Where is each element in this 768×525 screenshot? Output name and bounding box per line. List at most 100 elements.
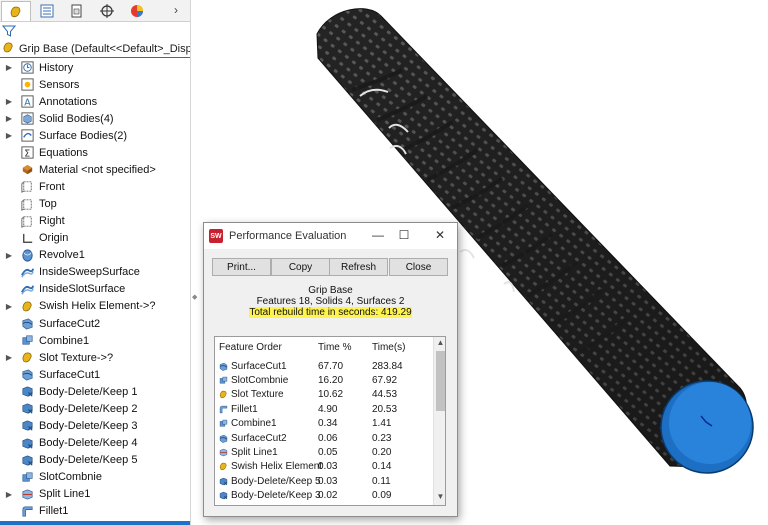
tree-item-label: Solid Bodies(4) [39,112,114,125]
expand-arrow-icon[interactable]: ▶ [4,97,14,106]
tree-item[interactable]: ▶ Surface Bodies(2) [0,127,190,144]
tree-item[interactable]: ▶ Swish Helix Element->? [0,298,190,315]
tree-item[interactable]: SurfaceCut1 [0,366,190,383]
tree-root-label: Grip Base (Default<<Default>_Display Sta [19,43,190,55]
expand-arrow-icon[interactable]: ▶ [4,302,14,311]
tree-item[interactable]: ▶ Split Line1 [0,486,190,503]
display-manager-tab[interactable] [122,1,152,21]
chevron-right-icon[interactable]: › [174,3,178,17]
tree-item[interactable]: Top [0,196,190,213]
table-row[interactable]: SurfaceCut1 67.70 283.84 [215,359,433,373]
expand-arrow-icon[interactable]: ▶ [4,353,14,362]
library-feature-icon [19,298,35,314]
feature-time-table[interactable]: Feature Order Time % Time(s) SurfaceCut1… [214,336,446,506]
table-row[interactable]: Body-Delete/Keep 5 0.03 0.11 [215,474,433,488]
tree-item[interactable]: ▶ Slot Texture->? [0,349,190,366]
maximize-icon[interactable]: ☐ [394,226,414,244]
close-icon[interactable]: ✕ [430,226,450,244]
time-percent-cell: 0.06 [318,432,338,444]
revolve-icon [19,247,35,263]
table-row[interactable]: Body-Delete/Keep 3 0.02 0.09 [215,489,433,503]
tree-item[interactable]: Body-Delete/Keep 1 [0,383,190,400]
print-button[interactable]: Print... [212,258,271,276]
origin-icon [19,230,35,246]
dialog-title: Performance Evaluation [229,230,347,242]
tree-item[interactable]: Body-Delete/Keep 3 [0,417,190,434]
tree-item[interactable]: Sensors [0,76,190,93]
tree-item[interactable]: InsideSweepSurface [0,264,190,281]
tree-item-label: Body-Delete/Keep 3 [39,419,138,432]
dialog-title-bar[interactable]: SW Performance Evaluation — ☐ ✕ [204,223,457,249]
display-manager-icon [131,5,143,17]
surface-cut-icon [19,316,35,332]
tree-item[interactable]: Body-Delete/Keep 2 [0,400,190,417]
feature-name-cell: Swish Helix Element [231,461,323,473]
tree-item[interactable]: Origin [0,230,190,247]
tree-item[interactable]: ▶ A Annotations [0,93,190,110]
time-percent-header[interactable]: Time % [318,342,352,353]
svg-text:A: A [24,97,31,108]
tree-item[interactable]: Fillet1 [0,503,190,520]
expand-arrow-icon[interactable]: ▶ [4,114,14,123]
tree-item[interactable]: SurfaceCut2 [0,315,190,332]
fillet-icon [218,404,229,415]
dimxpert-tab[interactable] [92,1,122,21]
performance-evaluation-dialog: SW Performance Evaluation — ☐ ✕ Print...… [203,222,458,517]
solidworks-app-icon: SW [209,229,223,243]
feature-name-cell: SurfaceCut1 [231,360,287,372]
feature-name-cell: SlotCombnie [231,375,289,387]
tree-item-label: Front [39,180,65,193]
tree-item[interactable]: Body-Delete/Keep 5 [0,452,190,469]
tree-item-label: Split Line1 [39,488,91,501]
table-row[interactable]: SlotCombnie 16.20 67.92 [215,373,433,387]
tree-item[interactable]: Body-Delete/Keep 4 [0,435,190,452]
combine-icon [218,375,229,386]
feature-manager-tab[interactable] [1,1,31,21]
feature-counts: Features 18, Solids 4, Surfaces 2 [256,296,405,307]
tree-item[interactable]: InsideSlotSurface [0,281,190,298]
feature-name-cell: Combine1 [231,418,277,430]
tree-item[interactable]: ▶ Solid Bodies(4) [0,110,190,127]
table-scrollbar[interactable]: ▲ ▼ [433,337,445,505]
feature-name-cell: SurfaceCut2 [231,432,287,444]
table-row[interactable]: Swish Helix Element 0.03 0.14 [215,460,433,474]
expand-arrow-icon[interactable]: ▶ [4,63,14,72]
tree-item[interactable]: Combine1 [0,332,190,349]
tree-item[interactable]: Right [0,213,190,230]
time-seconds-cell: 44.53 [372,389,398,401]
time-seconds-cell: 0.09 [372,490,392,502]
scroll-up-icon[interactable]: ▲ [434,338,445,350]
feature-order-header[interactable]: Feature Order [219,342,282,353]
filter-icon[interactable] [2,24,16,38]
scroll-thumb[interactable] [436,351,445,411]
expand-arrow-icon[interactable]: ▶ [4,251,14,260]
history-icon [19,60,35,76]
plane-icon [19,213,35,229]
tree-root-part[interactable]: Grip Base (Default<<Default>_Display Sta [0,41,190,58]
configuration-manager-icon [71,4,82,18]
time-seconds-cell: 283.84 [372,360,403,372]
tree-item[interactable]: Front [0,178,190,195]
copy-button[interactable]: Copy [271,258,330,276]
table-row[interactable]: SurfaceCut2 0.06 0.23 [215,431,433,445]
time-seconds-header[interactable]: Time(s) [372,342,406,353]
tree-item[interactable]: ▶ History [0,59,190,76]
part-icon [1,41,16,57]
property-manager-tab[interactable] [32,1,62,21]
tree-item[interactable]: Σ Equations [0,144,190,161]
refresh-button[interactable]: Refresh [329,258,388,276]
table-row[interactable]: Combine1 0.34 1.41 [215,417,433,431]
minimize-icon[interactable]: — [368,226,388,244]
expand-arrow-icon[interactable]: ▶ [4,490,14,499]
tree-item[interactable]: SlotCombnie [0,469,190,486]
tree-item[interactable]: ▶ Revolve1 [0,247,190,264]
close-button[interactable]: Close [389,258,448,276]
tree-item-label: Combine1 [39,334,90,347]
table-row[interactable]: Slot Texture 10.62 44.53 [215,388,433,402]
table-row[interactable]: Split Line1 0.05 0.20 [215,445,433,459]
tree-item[interactable]: Material <not specified> [0,161,190,178]
scroll-down-icon[interactable]: ▼ [434,492,445,504]
configuration-manager-tab[interactable] [62,1,92,21]
expand-arrow-icon[interactable]: ▶ [4,131,14,140]
table-row[interactable]: Fillet1 4.90 20.53 [215,402,433,416]
